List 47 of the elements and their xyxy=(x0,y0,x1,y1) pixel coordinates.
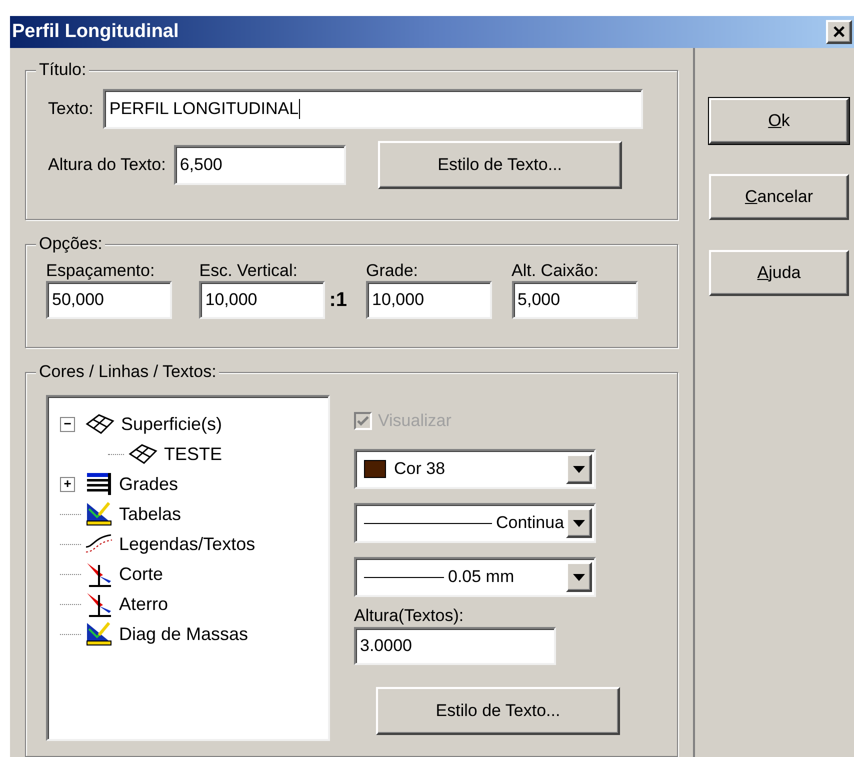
tree-toggle[interactable]: − xyxy=(60,416,75,432)
chart-icon xyxy=(85,621,113,647)
text-field[interactable]: PERFIL LONGITUDINAL xyxy=(103,89,644,129)
text-style-button[interactable]: Estilo de Texto... xyxy=(378,141,622,189)
number-field[interactable]: 10,000 xyxy=(366,281,492,319)
number-field[interactable]: 10,000 xyxy=(199,281,326,319)
dialog-button[interactable]: Cancelar xyxy=(709,174,849,220)
height-field[interactable]: 6,500 xyxy=(174,145,346,185)
field-label: Espaçamento: xyxy=(46,261,156,281)
number-field[interactable]: 50,000 xyxy=(46,281,172,319)
tree-item[interactable]: Grades xyxy=(117,470,180,498)
close-button[interactable]: × xyxy=(826,20,852,44)
ratio-label: :1 xyxy=(329,288,348,313)
tree-item[interactable]: Legendas/Textos xyxy=(117,530,258,558)
field-label: Altura(Textos): xyxy=(354,605,465,627)
surface-icon xyxy=(85,413,115,435)
dropdown[interactable]: Cor 38 xyxy=(354,449,596,489)
dropdown[interactable]: 0.05 mm xyxy=(354,557,596,597)
dropdown[interactable]: Continua xyxy=(354,503,596,543)
dialog-button[interactable]: Ajuda xyxy=(709,250,849,296)
tree-item[interactable]: Aterro xyxy=(117,590,170,618)
number-field[interactable]: 5,000 xyxy=(512,281,638,319)
surface-icon xyxy=(128,443,158,465)
field-label: Alt. Caixão: xyxy=(512,261,600,281)
field-label: Texto: xyxy=(48,98,94,120)
tree-view[interactable]: − Superficie(s) TESTE + Grades Tabelas Legendas/Textos Corte Aterro Diag de Massas xyxy=(46,395,330,741)
field-label: Grade: xyxy=(366,261,420,281)
curve-icon xyxy=(85,533,113,555)
field-label: Esc. Vertical: xyxy=(199,261,298,281)
chart-icon xyxy=(85,501,113,527)
tree-toggle[interactable]: + xyxy=(60,476,75,492)
tree-item[interactable]: Corte xyxy=(117,560,166,588)
text-style-button[interactable]: Estilo de Texto... xyxy=(376,687,620,735)
tree-item[interactable]: Superficie(s) xyxy=(119,410,224,438)
window-title: Perfil Longitudinal xyxy=(12,20,179,44)
field-label: Altura do Texto: xyxy=(48,154,166,176)
combo-value: Cor 38 xyxy=(394,458,446,480)
slope-icon xyxy=(85,591,113,617)
tree-item[interactable]: Diag de Massas xyxy=(117,620,250,648)
tree-item[interactable]: TESTE xyxy=(162,440,224,468)
tree-item[interactable]: Tabelas xyxy=(117,500,184,528)
slope-icon xyxy=(85,561,113,587)
combo-value: 0.05 mm xyxy=(448,566,514,588)
grid-icon xyxy=(85,472,113,496)
dialog-button[interactable]: Ok xyxy=(709,98,849,144)
height-field[interactable]: 3.0000 xyxy=(354,627,556,665)
combo-value: Continua xyxy=(496,512,564,534)
